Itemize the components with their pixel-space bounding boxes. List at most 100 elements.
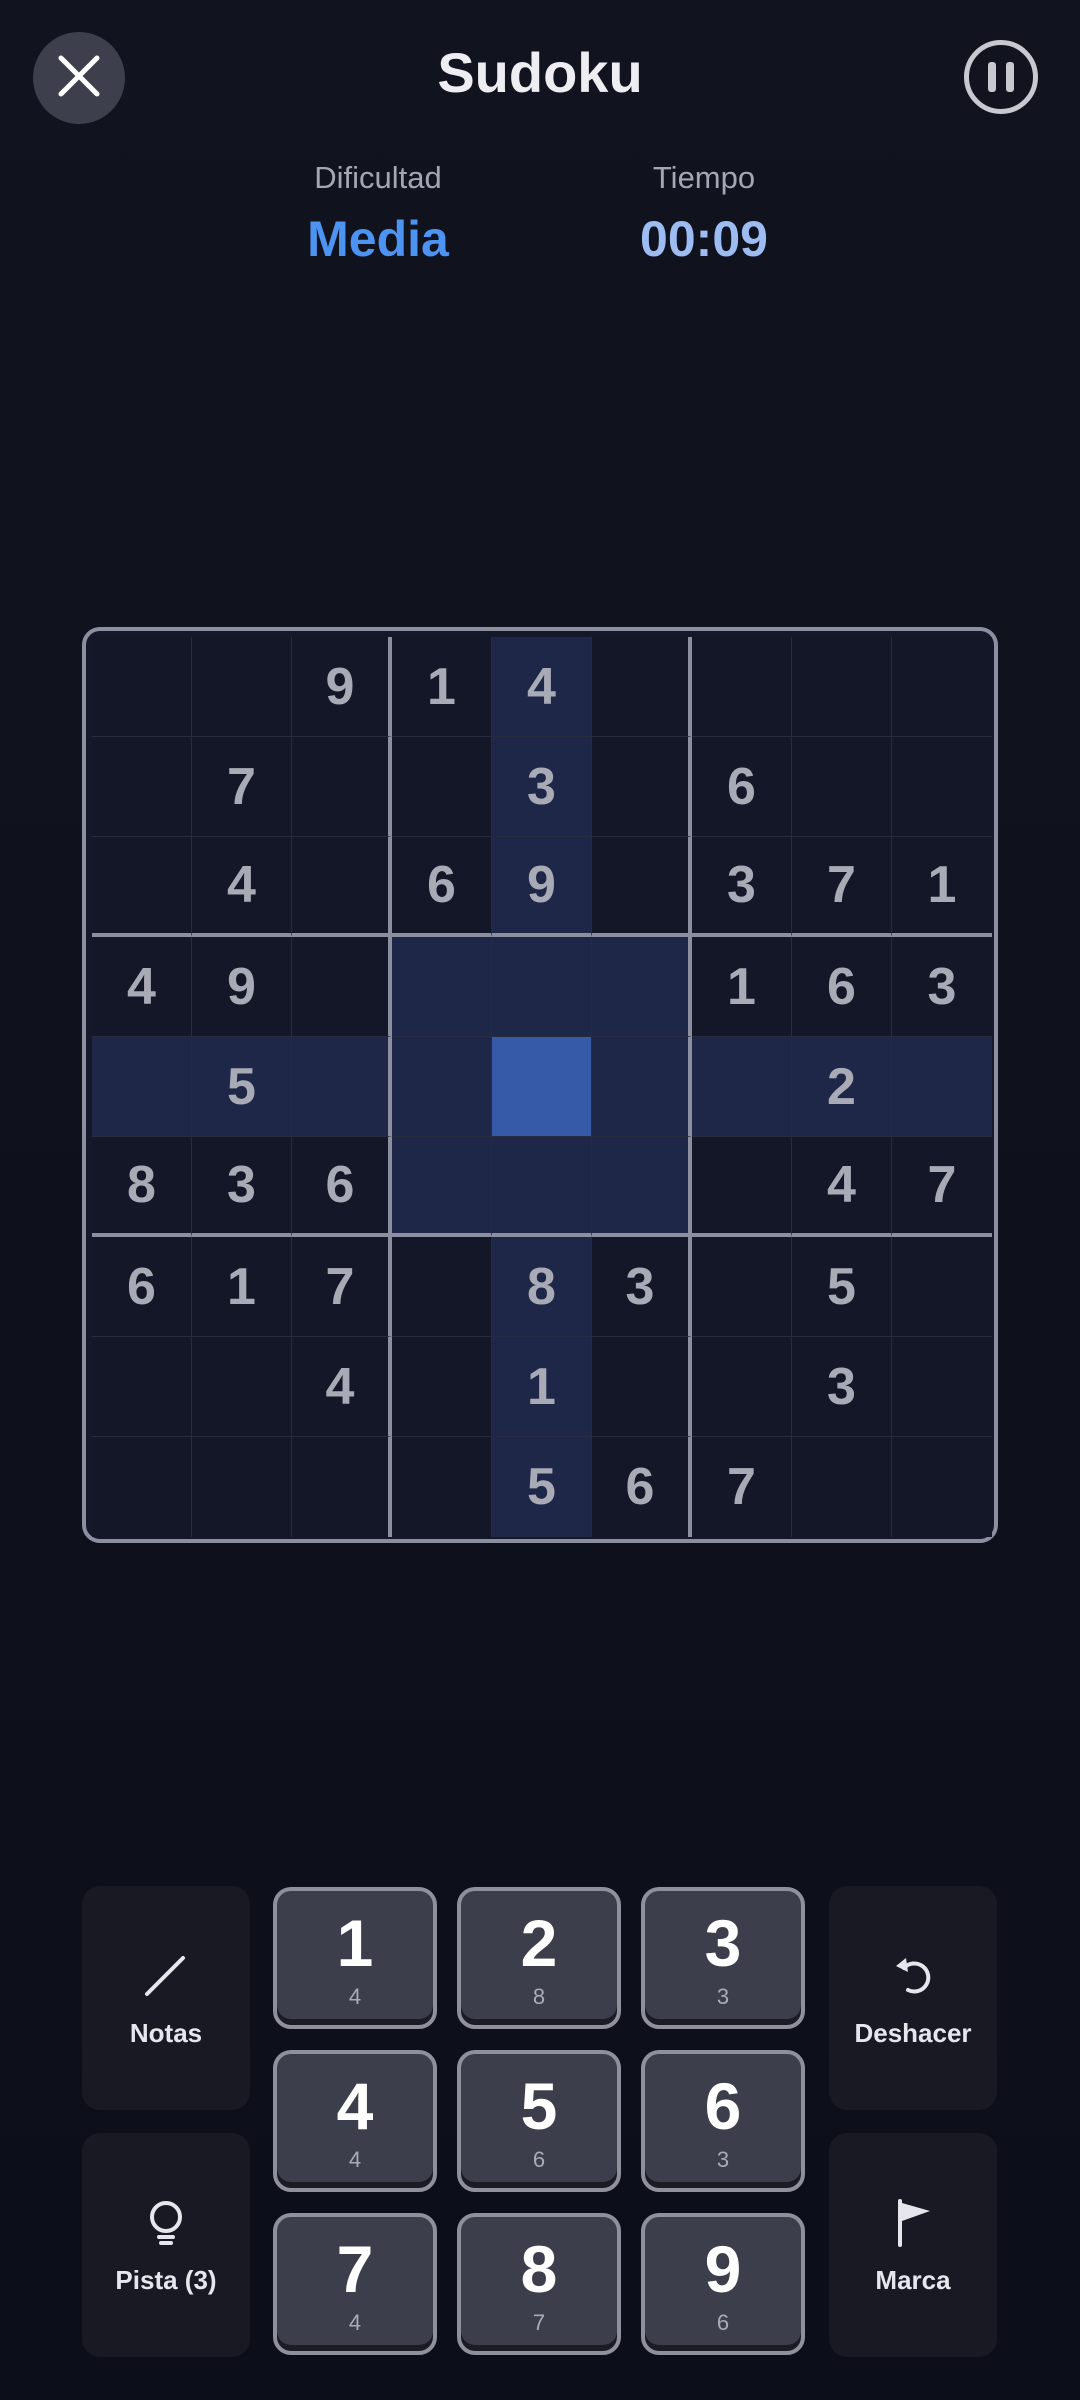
board-cell[interactable]	[892, 1037, 992, 1137]
board-cell[interactable]	[792, 637, 892, 737]
board-cell[interactable]	[592, 1037, 692, 1137]
notes-label: Notas	[129, 2017, 203, 2048]
board-cell[interactable]	[592, 737, 692, 837]
board-cell[interactable]: 6	[592, 1437, 692, 1537]
board-cell[interactable]: 3	[192, 1137, 292, 1237]
board-cell[interactable]: 3	[692, 837, 792, 937]
board-cell[interactable]: 1	[192, 1237, 292, 1337]
board-cell[interactable]	[192, 637, 292, 737]
hint-button[interactable]: Pista (3)	[82, 2133, 250, 2357]
board-cell[interactable]	[592, 937, 692, 1037]
board-cell[interactable]	[792, 1437, 892, 1537]
board-cell[interactable]: 5	[492, 1437, 592, 1537]
board-cell[interactable]: 4	[492, 637, 592, 737]
board-cell[interactable]: 5	[192, 1037, 292, 1137]
board-cell[interactable]	[292, 837, 392, 937]
board-cell[interactable]: 2	[792, 1037, 892, 1137]
number-button-9[interactable]: 96	[641, 2213, 805, 2355]
board-cell[interactable]: 1	[692, 937, 792, 1037]
board-cell[interactable]: 6	[292, 1137, 392, 1237]
board-cell[interactable]: 4	[192, 837, 292, 937]
board-cell[interactable]: 8	[492, 1237, 592, 1337]
number-button-7[interactable]: 74	[273, 2213, 437, 2355]
board-cell[interactable]: 1	[392, 637, 492, 737]
board-cell[interactable]	[392, 1137, 492, 1237]
board-cell[interactable]: 1	[492, 1337, 592, 1437]
board-cell[interactable]	[292, 1437, 392, 1537]
board-cell[interactable]: 3	[592, 1237, 692, 1337]
board-cell[interactable]: 4	[292, 1337, 392, 1437]
pause-button[interactable]	[964, 40, 1038, 114]
board-cell[interactable]	[492, 1037, 592, 1137]
board-cell[interactable]	[892, 1337, 992, 1437]
hint-label: Pista (3)	[115, 2264, 217, 2295]
board-cell[interactable]: 3	[892, 937, 992, 1037]
board-cell[interactable]: 4	[92, 937, 192, 1037]
board-cell[interactable]	[592, 637, 692, 737]
number-button-5[interactable]: 56	[457, 2050, 621, 2192]
flag-button[interactable]: Marca	[829, 2133, 997, 2357]
number-button-8[interactable]: 87	[457, 2213, 621, 2355]
board-cell[interactable]	[92, 1037, 192, 1137]
board-cell[interactable]: 4	[792, 1137, 892, 1237]
board-cell[interactable]: 9	[292, 637, 392, 737]
board-cell[interactable]	[692, 1337, 792, 1437]
board-cell[interactable]	[92, 637, 192, 737]
undo-icon	[886, 1948, 940, 2002]
board-cell[interactable]	[292, 737, 392, 837]
board-cell[interactable]	[292, 937, 392, 1037]
number-button-3[interactable]: 33	[641, 1887, 805, 2029]
notes-button[interactable]: Notas	[82, 1886, 250, 2110]
board-cell[interactable]	[92, 1437, 192, 1537]
board-cell[interactable]	[392, 1337, 492, 1437]
board-cell[interactable]	[492, 937, 592, 1037]
board-cell[interactable]	[892, 637, 992, 737]
board-cell[interactable]: 3	[492, 737, 592, 837]
board-cell[interactable]	[692, 1037, 792, 1137]
board-cell[interactable]: 9	[492, 837, 592, 937]
number-button-1[interactable]: 14	[273, 1887, 437, 2029]
flag-icon	[886, 2195, 940, 2249]
board-cell[interactable]: 8	[92, 1137, 192, 1237]
board-cell[interactable]: 6	[792, 937, 892, 1037]
undo-button[interactable]: Deshacer	[829, 1886, 997, 2110]
board-cell[interactable]	[192, 1337, 292, 1437]
board-cell[interactable]	[392, 937, 492, 1037]
board-cell[interactable]	[592, 1137, 692, 1237]
board-cell[interactable]: 7	[192, 737, 292, 837]
board-cell[interactable]	[392, 1437, 492, 1537]
board-cell[interactable]: 9	[192, 937, 292, 1037]
board-cell[interactable]	[392, 737, 492, 837]
board-cell[interactable]: 7	[892, 1137, 992, 1237]
sudoku-board: 914736469371491635283647617835413567	[92, 637, 992, 1537]
board-cell[interactable]: 7	[292, 1237, 392, 1337]
board-cell[interactable]	[892, 1437, 992, 1537]
board-cell[interactable]	[892, 737, 992, 837]
board-cell[interactable]	[692, 637, 792, 737]
number-button-6[interactable]: 63	[641, 2050, 805, 2192]
board-cell[interactable]	[492, 1137, 592, 1237]
board-cell[interactable]	[92, 737, 192, 837]
number-button-2[interactable]: 28	[457, 1887, 621, 2029]
board-cell[interactable]	[592, 837, 692, 937]
board-cell[interactable]	[592, 1337, 692, 1437]
board-cell[interactable]	[92, 837, 192, 937]
board-cell[interactable]	[692, 1137, 792, 1237]
board-cell[interactable]	[892, 1237, 992, 1337]
board-cell[interactable]: 6	[392, 837, 492, 937]
board-cell[interactable]	[392, 1237, 492, 1337]
board-cell[interactable]: 6	[692, 737, 792, 837]
board-cell[interactable]: 7	[692, 1437, 792, 1537]
board-cell[interactable]: 7	[792, 837, 892, 937]
board-cell[interactable]	[792, 737, 892, 837]
board-cell[interactable]	[192, 1437, 292, 1537]
board-cell[interactable]: 3	[792, 1337, 892, 1437]
number-button-4[interactable]: 44	[273, 2050, 437, 2192]
board-cell[interactable]	[292, 1037, 392, 1137]
board-cell[interactable]	[692, 1237, 792, 1337]
board-cell[interactable]: 5	[792, 1237, 892, 1337]
board-cell[interactable]: 6	[92, 1237, 192, 1337]
board-cell[interactable]: 1	[892, 837, 992, 937]
board-cell[interactable]	[92, 1337, 192, 1437]
board-cell[interactable]	[392, 1037, 492, 1137]
